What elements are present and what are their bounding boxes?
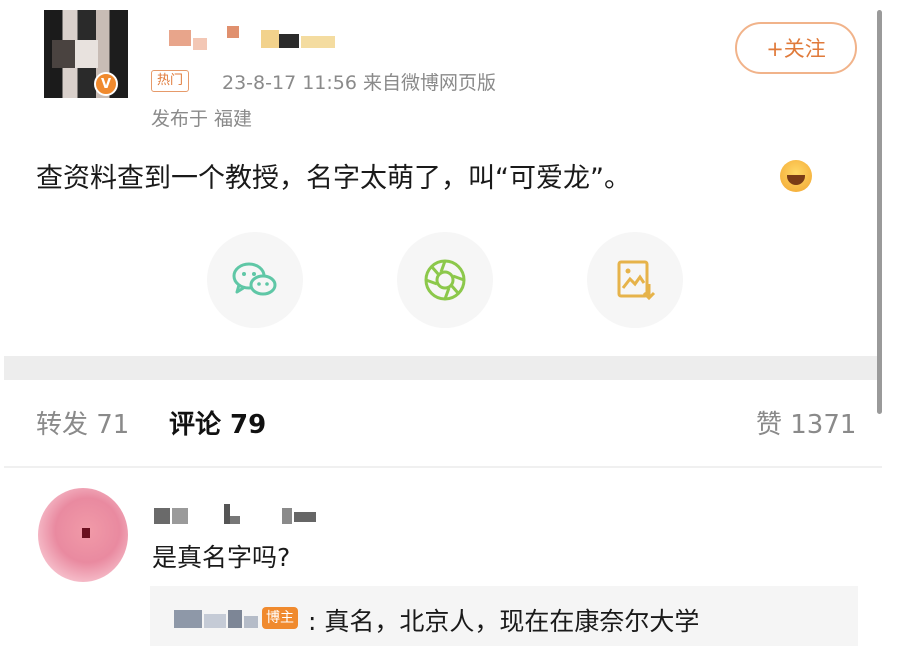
commenter-avatar[interactable] bbox=[38, 488, 128, 582]
laughing-emoji-icon bbox=[780, 160, 812, 192]
section-divider bbox=[4, 356, 882, 380]
wechat-glyph bbox=[232, 262, 277, 296]
comment-text: 是真名字吗? bbox=[152, 543, 291, 572]
avatar-blur bbox=[52, 40, 98, 68]
commenter-name-redacted[interactable] bbox=[154, 502, 334, 524]
reply-text: : 真名，北京人，现在在康奈尔大学 bbox=[308, 607, 700, 636]
author-name-redacted[interactable] bbox=[169, 26, 339, 52]
save-image-icon[interactable] bbox=[587, 232, 683, 328]
reply-author-redacted[interactable] bbox=[174, 608, 260, 628]
scrollbar[interactable] bbox=[877, 10, 882, 414]
post-timestamp-source: 23-8-17 11:56 来自微博网页版 bbox=[222, 72, 496, 94]
tab-likes[interactable]: 赞 1371 bbox=[756, 404, 856, 441]
follow-button[interactable]: +关注 bbox=[735, 22, 857, 74]
tab-repost[interactable]: 转发 71 bbox=[36, 404, 129, 441]
wechat-icon[interactable] bbox=[207, 232, 303, 328]
moments-glyph bbox=[424, 259, 466, 301]
moments-icon[interactable] bbox=[397, 232, 493, 328]
post-content: 查资料查到一个教授，名字太萌了，叫“可爱龙”。 bbox=[36, 163, 631, 194]
reply-box[interactable]: 博主 : 真名，北京人，现在在康奈尔大学 bbox=[150, 586, 858, 646]
tab-underline bbox=[4, 466, 882, 468]
weibo-post-card: V 热门 23-8-17 11:56 来自微博网页版 发布于 福建 +关注 查资… bbox=[4, 4, 882, 646]
save-image-glyph bbox=[617, 260, 656, 301]
post-location: 发布于 福建 bbox=[151, 108, 253, 130]
hot-badge: 热门 bbox=[151, 70, 190, 92]
verified-badge-icon: V bbox=[94, 72, 118, 96]
tab-comments[interactable]: 评论 79 bbox=[169, 404, 266, 441]
author-badge: 博主 bbox=[262, 607, 298, 629]
